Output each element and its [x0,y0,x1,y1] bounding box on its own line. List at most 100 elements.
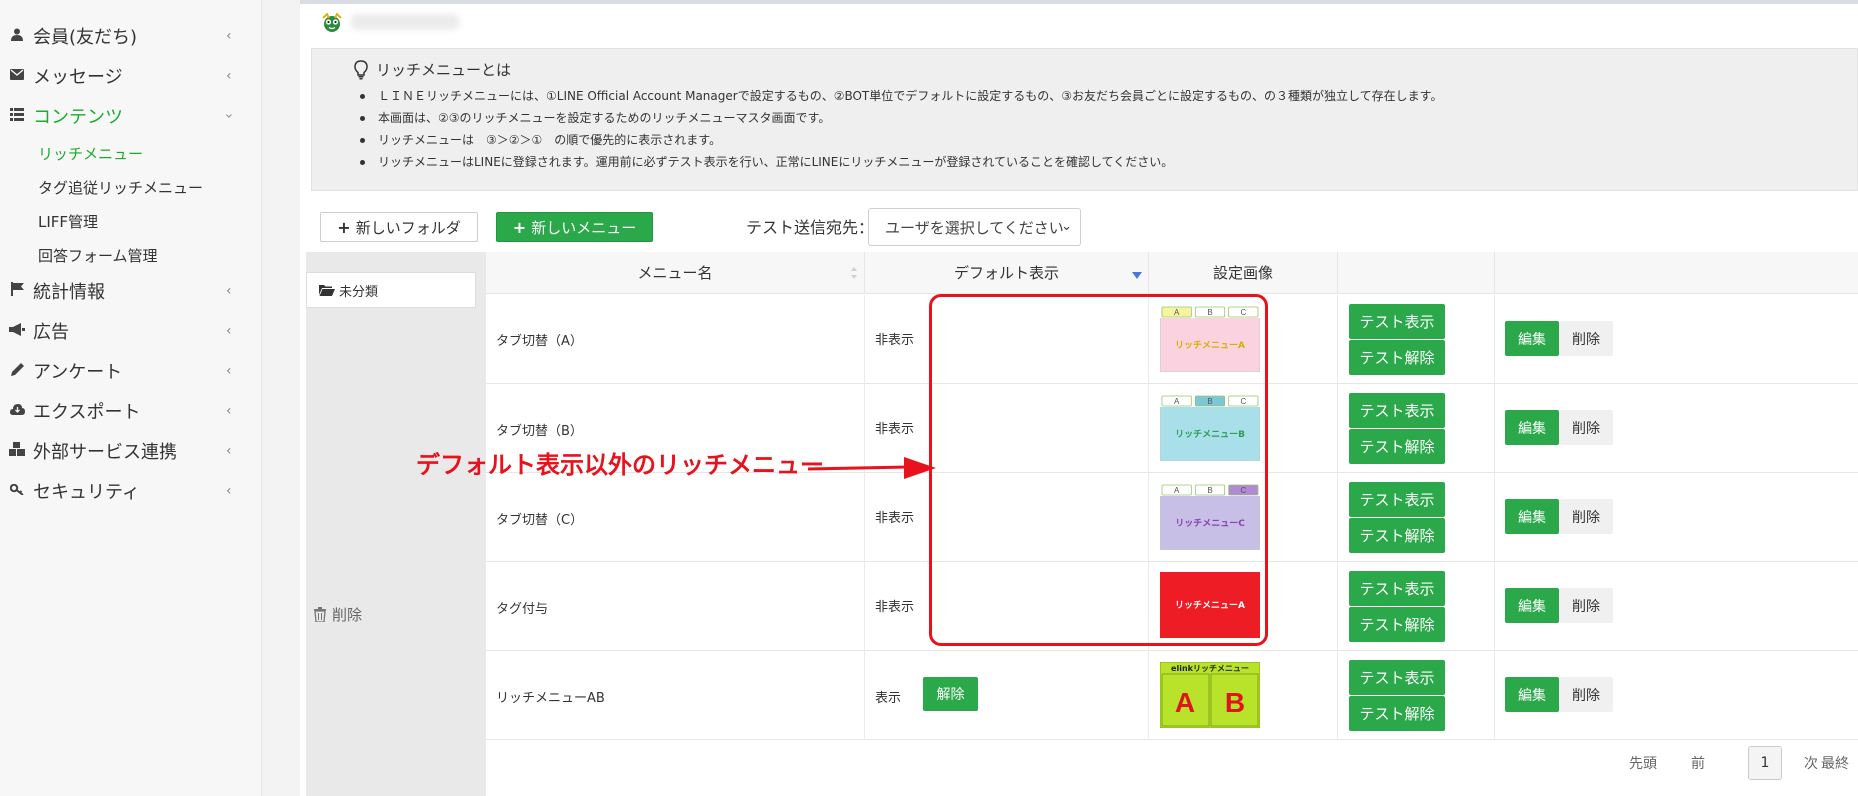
cubes-icon [9,442,25,460]
chevron-left-icon: ‹ [226,68,232,84]
brand-logo-icon [322,12,342,32]
thumb-label: リッチメニューA [1175,600,1245,611]
chevron-down-icon: ⌄ [1061,219,1072,234]
menu-name: タブ切替（A） [496,334,583,349]
delete-button[interactable]: 削除 [1559,321,1613,356]
new-folder-button[interactable]: + 新しいフォルダ [320,212,478,242]
test-release-button[interactable]: テスト解除 [1349,696,1445,731]
cloud-download-icon [9,403,25,419]
test-release-button[interactable]: テスト解除 [1349,607,1445,642]
sort-desc-icon [1132,272,1142,279]
default-display-cell: 非表示 [865,295,1149,384]
edit-button[interactable]: 編集 [1505,321,1559,356]
default-display-value: 表示 [875,691,902,706]
user-icon [9,28,25,45]
trash-icon [314,607,326,622]
sidebar-item-label: コンテンツ [33,107,123,128]
sidebar-subitem-liff[interactable]: LIFF管理 [38,211,98,232]
header-label: メニュー名 [637,264,713,282]
table-header: メニュー名 デフォルト表示 設定画像 [486,252,1858,294]
test-recipient-select[interactable]: ユーザを選択してください ⌄ [868,208,1081,246]
richmenu-thumbnail[interactable]: A B C リッチメニューB [1159,394,1261,462]
sidebar-item-security[interactable]: セキュリティ ‹ [0,471,262,511]
sidebar-subitem-answer-form[interactable]: 回答フォーム管理 [38,245,158,266]
test-show-button[interactable]: テスト表示 [1349,393,1445,428]
image-cell: リッチメニューA [1149,562,1338,651]
pagination-last[interactable]: 最終 [1812,746,1858,780]
test-cell: テスト表示 テスト解除 [1338,651,1495,740]
header-image[interactable]: 設定画像 [1149,252,1338,294]
menu-name: タブ切替（C） [496,513,584,528]
thumb-tab-label: C [1240,486,1246,495]
edit-button[interactable]: 編集 [1505,499,1559,534]
actions-cell: 編集 削除 [1495,384,1858,473]
edit-button[interactable]: 編集 [1505,410,1559,445]
info-item: ＬＩＮＥリッチメニューには、①LINE Official Account Man… [360,85,1442,107]
delete-button[interactable]: 削除 [1559,588,1613,623]
folder-label: 未分類 [339,284,379,300]
test-show-button[interactable]: テスト表示 [1349,482,1445,517]
delete-button[interactable]: 削除 [1559,499,1613,534]
sidebar-item-statistics[interactable]: 統計情報 ‹ [0,271,262,311]
test-release-button[interactable]: テスト解除 [1349,340,1445,375]
sidebar-item-contents[interactable]: コンテンツ ‹ [0,96,262,136]
sidebar-subitem-tag-richmenu[interactable]: タグ追従リッチメニュー [38,177,203,198]
thumb-label: リッチメニューA [1175,340,1245,351]
delete-button[interactable]: 削除 [1559,677,1613,712]
thumb-title: elinkリッチメニュー [1171,664,1249,673]
sidebar-item-export[interactable]: エクスポート ‹ [0,391,262,431]
test-show-button[interactable]: テスト表示 [1349,304,1445,339]
sidebar-item-ads[interactable]: 広告 ‹ [0,311,262,351]
folder-open-icon [319,285,335,296]
actions-cell: 編集 削除 [1495,473,1858,562]
name-cell: リッチメニューAB [486,651,865,740]
pagination-current[interactable]: 1 [1748,746,1782,780]
table-row: タブ切替（C） 非表示 A B C リッチメニューC テスト表示 テスト解除 編集 削除 [486,473,1858,562]
delete-button[interactable]: 削除 [1559,410,1613,445]
flag-icon [9,282,25,300]
actions-cell: 編集 削除 [1495,651,1858,740]
header-label: デフォルト表示 [953,264,1059,282]
release-default-button[interactable]: 解除 [923,677,978,711]
edit-button[interactable]: 編集 [1505,677,1559,712]
richmenu-thumbnail[interactable]: A B C リッチメニューA [1159,305,1261,373]
folder-delete-button[interactable]: 削除 [314,604,362,625]
sidebar-item-label: セキュリティ [33,482,140,503]
thumb-tab-label: A [1174,486,1180,495]
bullhorn-icon [9,322,25,340]
default-display-value: 非表示 [875,600,915,615]
richmenu-thumbnail[interactable]: elinkリッチメニュー A B [1159,661,1261,729]
sidebar-subitem-richmenu[interactable]: リッチメニュー [38,143,143,164]
thumb-tab-label: A [1174,308,1180,317]
key-icon [9,483,25,499]
header-menu-name[interactable]: メニュー名 [486,252,865,294]
sidebar-item-label: アンケート [33,362,123,383]
chevron-left-icon: ‹ [226,323,232,339]
default-display-value: 非表示 [875,422,915,437]
name-cell: タブ切替（C） [486,473,865,562]
header-label: 設定画像 [1212,264,1273,282]
test-release-button[interactable]: テスト解除 [1349,518,1445,553]
sidebar-item-label: メッセージ [33,67,123,88]
sidebar-item-label: 広告 [33,322,69,343]
header-default-display[interactable]: デフォルト表示 [865,252,1149,294]
default-display-value: 非表示 [875,333,915,348]
richmenu-thumbnail[interactable]: A B C リッチメニューC [1159,483,1261,551]
thumb-letter: A [1175,687,1195,718]
richmenu-thumbnail[interactable]: リッチメニューA [1160,572,1260,638]
folder-uncategorized[interactable]: 未分類 [306,272,476,308]
test-show-button[interactable]: テスト表示 [1349,660,1445,695]
pagination-first[interactable]: 先頭 [1620,746,1666,780]
new-menu-button[interactable]: + 新しいメニュー [496,212,653,242]
sidebar-item-members[interactable]: 会員(友だち) ‹ [0,16,262,56]
sidebar-item-survey[interactable]: アンケート ‹ [0,351,262,391]
test-release-button[interactable]: テスト解除 [1349,429,1445,464]
top-divider [300,0,1858,4]
thumb-letter: B [1225,687,1245,718]
name-cell: タグ付与 [486,562,865,651]
sidebar-item-external-services[interactable]: 外部サービス連携 ‹ [0,431,262,471]
edit-button[interactable]: 編集 [1505,588,1559,623]
sidebar-item-messages[interactable]: メッセージ ‹ [0,56,262,96]
test-show-button[interactable]: テスト表示 [1349,571,1445,606]
pagination-prev[interactable]: 前 [1678,746,1718,780]
